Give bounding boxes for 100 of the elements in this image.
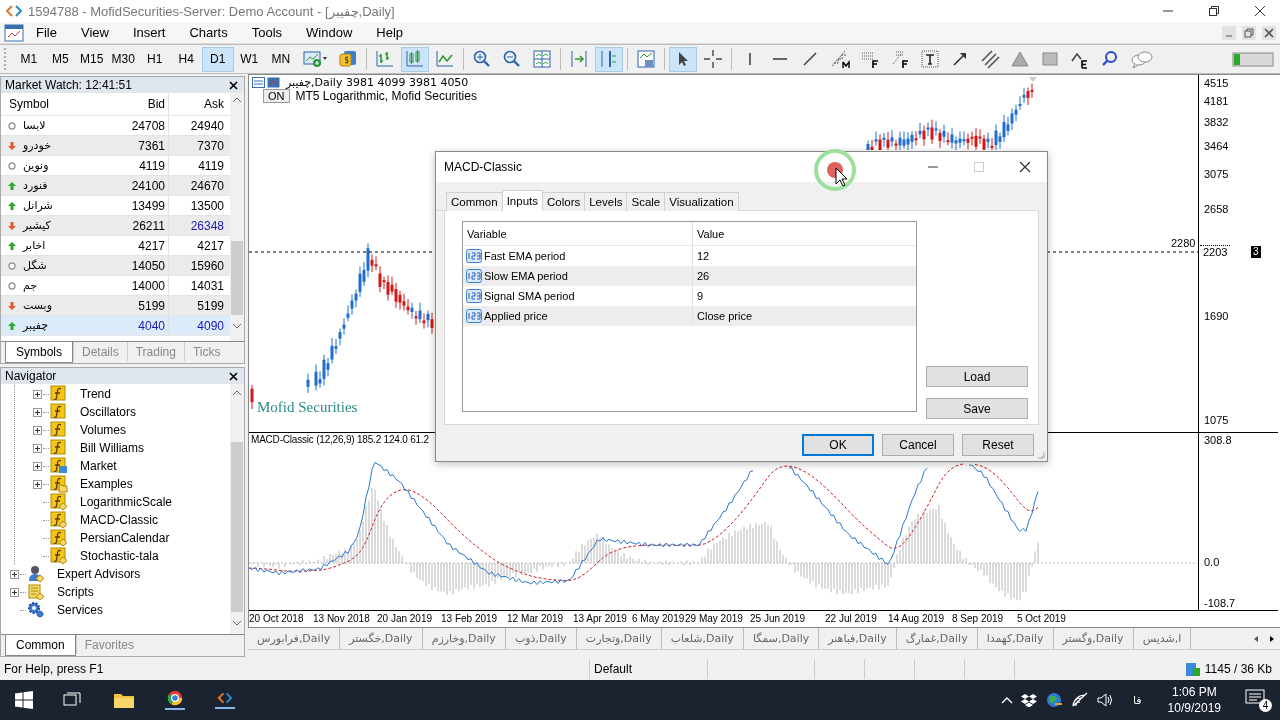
close-icon[interactable] [1254, 5, 1266, 17]
timeframe-button[interactable]: M1 [13, 46, 45, 72]
timeframe-button[interactable]: H1 [139, 46, 171, 72]
panel-tab[interactable]: Symbols [5, 342, 73, 363]
dialog-button[interactable]: Reset [962, 434, 1034, 456]
tree-item[interactable]: Services [55, 603, 105, 617]
dialog-tab[interactable]: Levels [584, 192, 628, 211]
chart-tab[interactable]: کهمدا,Daily [977, 628, 1054, 649]
timeframe-button[interactable]: M30 [107, 46, 139, 72]
dialog-tab[interactable]: Colors [542, 192, 586, 211]
timeframe-button[interactable]: MN [265, 46, 297, 72]
task-view-icon[interactable] [63, 691, 83, 709]
app-menu-icon[interactable] [4, 23, 24, 42]
on-button[interactable]: ON [263, 89, 290, 103]
chart-tab[interactable]: غمارگ,Daily [896, 628, 978, 649]
chart-tab[interactable]: وخارزم,Daily [422, 628, 506, 649]
dialog-button[interactable]: Load [926, 366, 1028, 387]
chart-tab[interactable]: وتجارت,Daily [576, 628, 662, 649]
expand-icon[interactable] [33, 461, 42, 471]
dialog-tab[interactable]: Common [446, 192, 503, 211]
expand-icon[interactable] [10, 587, 19, 597]
menu-item[interactable]: Window [304, 25, 365, 40]
terminal-app-icon[interactable] [215, 691, 235, 709]
timeframe-button[interactable]: M5 [44, 46, 76, 72]
tree-item[interactable]: Stochastic-tala [78, 549, 161, 563]
tree-item[interactable]: Expert Advisors [55, 567, 143, 581]
dialog-tab[interactable]: Inputs [501, 190, 543, 211]
chart-tab[interactable]: وگستر,Daily [1053, 628, 1134, 649]
globe-icon[interactable] [1045, 692, 1063, 708]
close-icon[interactable] [1019, 161, 1031, 173]
start-icon[interactable] [15, 691, 33, 709]
chart-tab[interactable]: شلعاب,Daily [661, 628, 744, 649]
browser-icon[interactable] [165, 690, 185, 710]
chart-tab[interactable]: فرابورس,Daily [248, 628, 341, 649]
chevron-up-icon[interactable] [1001, 695, 1013, 705]
dialog-button[interactable]: Save [926, 398, 1028, 419]
close-icon[interactable] [229, 371, 238, 381]
cursor-icon[interactable] [668, 46, 697, 72]
chart-tab[interactable]: سمگا,Daily [743, 628, 820, 649]
dialog-button[interactable]: OK [802, 434, 874, 456]
menu-item[interactable]: File [34, 25, 69, 40]
dialog-tab[interactable]: Scale [626, 192, 666, 211]
notification-button[interactable]: 4 [1245, 688, 1272, 712]
tree-item[interactable]: Market [78, 459, 119, 473]
tree-item[interactable]: Oscillators [78, 405, 138, 419]
resize-grip-icon[interactable] [1037, 451, 1045, 459]
tree-item[interactable]: Scripts [55, 585, 96, 599]
tree-item[interactable]: Examples [78, 477, 135, 491]
column-header[interactable]: Variable [463, 222, 693, 245]
menu-item[interactable]: Tools [249, 25, 295, 40]
folder-icon[interactable] [113, 691, 135, 709]
scrollbar[interactable] [230, 93, 244, 341]
tree-item[interactable]: MACD-Classic [78, 513, 160, 527]
expand-icon[interactable] [33, 443, 42, 453]
expand-icon[interactable] [33, 479, 42, 489]
restore-icon[interactable] [1208, 5, 1220, 17]
timeframe-button[interactable]: H4 [170, 46, 202, 72]
chart-tab[interactable]: خگستر,Daily [340, 628, 423, 649]
tree-item[interactable]: PersianCalendar [78, 531, 172, 545]
chart-tab[interactable]: ذوب,Daily [505, 628, 577, 649]
column-header[interactable]: Value [693, 222, 725, 245]
menu-item[interactable]: Help [374, 25, 416, 40]
tree-item[interactable]: Bill Williams [78, 441, 146, 455]
expand-icon[interactable] [10, 569, 19, 579]
close-icon[interactable] [1262, 25, 1276, 40]
column-header[interactable]: Ask [169, 92, 226, 116]
menu-item[interactable]: View [78, 25, 121, 40]
dialog-tab[interactable]: Visualization [664, 192, 739, 211]
value-field[interactable]: 12 [693, 246, 710, 266]
menu-item[interactable]: Insert [130, 25, 178, 40]
value-field[interactable]: 9 [693, 286, 704, 306]
chart-tab[interactable]: فباهنر,Daily [819, 628, 897, 649]
value-field[interactable]: 26 [693, 266, 710, 286]
clock[interactable]: 1:06 PM 10/9/2019 [1167, 684, 1221, 716]
tree-item[interactable]: Trend [78, 387, 113, 401]
timeframe-button[interactable]: D1 [202, 46, 234, 72]
timeframe-button[interactable]: W1 [233, 46, 265, 72]
tree-item[interactable]: Volumes [78, 423, 129, 437]
panel-tab[interactable]: Common [5, 635, 76, 656]
volume-icon[interactable] [1097, 692, 1115, 708]
column-header[interactable]: Bid [113, 93, 169, 115]
expand-icon[interactable] [33, 425, 42, 435]
chart-info-icon[interactable] [252, 76, 282, 89]
minimize-icon[interactable] [1222, 25, 1236, 40]
expand-icon[interactable] [33, 407, 42, 417]
expand-icon[interactable] [33, 389, 42, 399]
scrollbar[interactable] [230, 384, 244, 634]
chart-tab[interactable]: ا,شدیس [1133, 628, 1192, 649]
date-label: 20 Oct 2018 [249, 613, 304, 624]
menu-item[interactable]: Charts [187, 25, 240, 40]
column-header[interactable]: Symbol [1, 97, 113, 111]
dropbox-icon[interactable] [1021, 693, 1037, 707]
tree-item[interactable]: LogarithmicScale [78, 495, 175, 509]
dialog-button[interactable]: Cancel [882, 434, 954, 456]
chart-shift-icon[interactable] [594, 46, 623, 72]
candlestick-icon[interactable] [400, 46, 429, 72]
close-icon[interactable] [229, 80, 238, 90]
language-indicator[interactable]: فا [1133, 693, 1142, 707]
value-field[interactable]: Close price [693, 306, 753, 326]
timeframe-button[interactable]: M15 [76, 46, 108, 72]
